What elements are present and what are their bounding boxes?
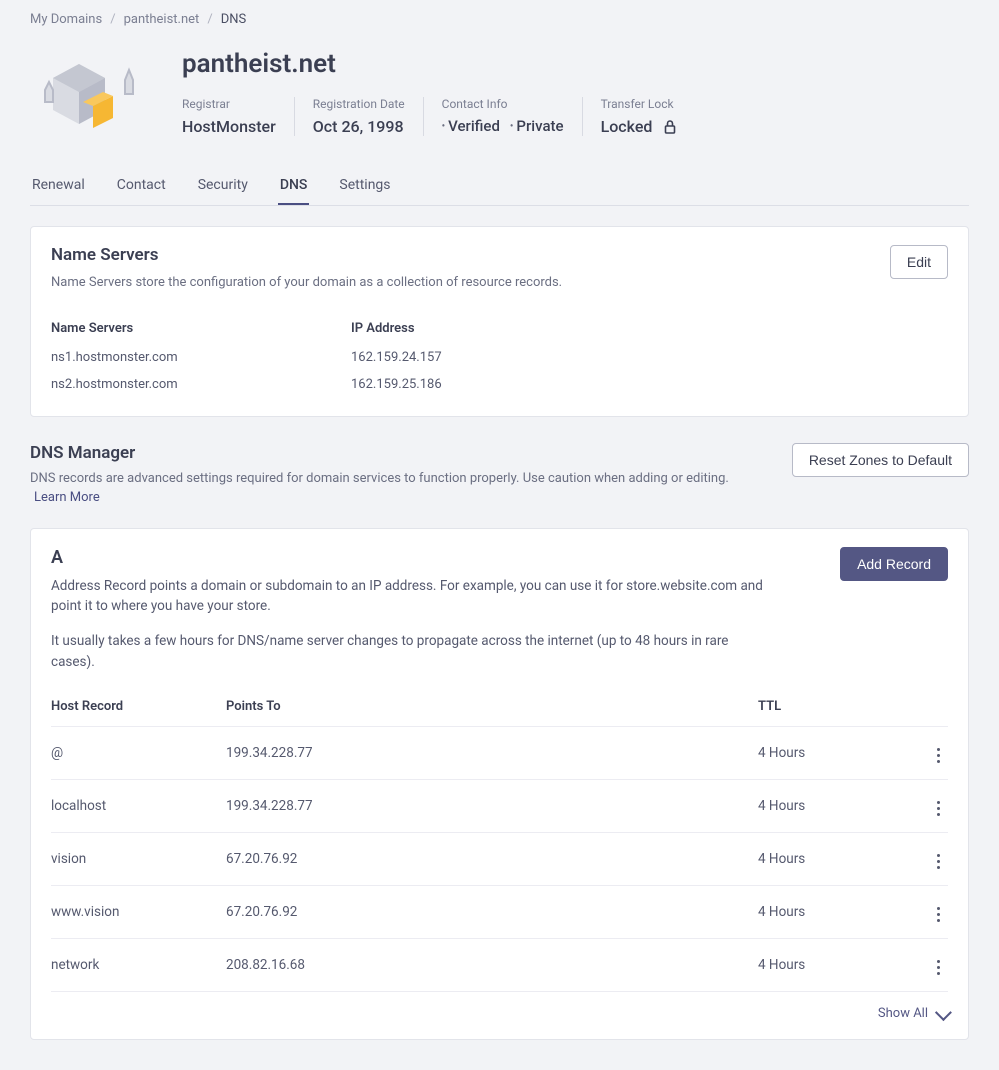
a-section-title: A <box>51 547 771 568</box>
tabs: Renewal Contact Security DNS Settings <box>30 167 969 206</box>
cell-host: @ <box>51 745 226 761</box>
ns-ip: 162.159.24.157 <box>351 344 948 371</box>
cell-ttl: 4 Hours <box>758 904 908 920</box>
domain-illustration-icon <box>30 49 158 145</box>
chevron-down-icon <box>935 1004 952 1021</box>
row-actions-menu-icon[interactable] <box>929 850 948 873</box>
breadcrumb-sep: / <box>207 12 212 27</box>
name-servers-card: Name Servers Name Servers store the conf… <box>30 226 969 417</box>
nameservers-table: Name Servers IP Address ns1.hostmonster.… <box>51 313 948 398</box>
col-points-header: Points To <box>226 699 758 714</box>
reset-zones-button[interactable]: Reset Zones to Default <box>792 443 969 477</box>
info-regdate: Registration Date Oct 26, 1998 <box>294 97 423 136</box>
cell-ttl: 4 Hours <box>758 957 908 973</box>
col-host-header: Host Record <box>51 699 226 714</box>
info-label: Contact Info <box>442 97 564 111</box>
cell-host: vision <box>51 851 226 867</box>
cell-points: 208.82.16.68 <box>226 957 758 973</box>
ns-name: ns2.hostmonster.com <box>51 371 351 398</box>
cell-host: www.vision <box>51 904 226 920</box>
section-title: DNS Manager <box>30 443 730 463</box>
cell-host: network <box>51 957 226 973</box>
cell-ttl: 4 Hours <box>758 798 908 814</box>
info-lock: Transfer Lock Locked <box>582 97 697 136</box>
dns-manager-header: DNS Manager DNS records are advanced set… <box>30 443 969 508</box>
a-section-desc: Address Record points a domain or subdom… <box>51 576 771 618</box>
tab-contact[interactable]: Contact <box>115 167 168 205</box>
a-records-card: A Address Record points a domain or subd… <box>30 528 969 1041</box>
add-record-button[interactable]: Add Record <box>840 547 948 581</box>
info-label: Registration Date <box>313 97 405 111</box>
row-actions-menu-icon[interactable] <box>929 903 948 926</box>
row-actions-menu-icon[interactable] <box>929 797 948 820</box>
contact-verified: Verified <box>442 117 500 135</box>
tab-dns[interactable]: DNS <box>278 167 310 205</box>
ns-col-header-ip: IP Address <box>351 313 948 344</box>
domain-header: pantheist.net Registrar HostMonster Regi… <box>30 39 969 161</box>
card-desc: Name Servers store the configuration of … <box>51 273 562 293</box>
table-row: www.vision67.20.76.924 Hours <box>51 885 948 938</box>
table-row: @199.34.228.774 Hours <box>51 726 948 779</box>
learn-more-link[interactable]: Learn More <box>34 490 100 505</box>
breadcrumb-domain[interactable]: pantheist.net <box>124 12 200 27</box>
breadcrumb-current: DNS <box>221 12 247 27</box>
nameserver-row: ns1.hostmonster.com162.159.24.157 <box>51 344 948 371</box>
edit-nameservers-button[interactable]: Edit <box>890 245 948 279</box>
cell-ttl: 4 Hours <box>758 745 908 761</box>
section-desc: DNS records are advanced settings requir… <box>30 469 730 508</box>
ns-ip: 162.159.25.186 <box>351 371 948 398</box>
tab-renewal[interactable]: Renewal <box>30 167 87 205</box>
breadcrumb-root[interactable]: My Domains <box>30 12 102 27</box>
nameserver-row: ns2.hostmonster.com162.159.25.186 <box>51 371 948 398</box>
records-header: Host Record Points To TTL <box>51 687 948 726</box>
row-actions-menu-icon[interactable] <box>929 956 948 979</box>
ns-name: ns1.hostmonster.com <box>51 344 351 371</box>
tab-security[interactable]: Security <box>196 167 250 205</box>
contact-private: Private <box>510 117 564 135</box>
cell-points: 199.34.228.77 <box>226 745 758 761</box>
row-actions-menu-icon[interactable] <box>929 744 948 767</box>
lock-value: Locked <box>601 117 653 136</box>
info-registrar: Registrar HostMonster <box>182 97 294 136</box>
table-row: localhost199.34.228.774 Hours <box>51 779 948 832</box>
info-value: HostMonster <box>182 117 276 136</box>
ns-col-header-name: Name Servers <box>51 313 351 344</box>
info-value: Oct 26, 1998 <box>313 117 405 136</box>
cell-points: 67.20.76.92 <box>226 904 758 920</box>
breadcrumb-sep: / <box>110 12 115 27</box>
info-label: Transfer Lock <box>601 97 679 111</box>
card-title: Name Servers <box>51 245 562 265</box>
col-ttl-header: TTL <box>758 699 908 714</box>
info-contact: Contact Info Verified Private <box>423 97 582 136</box>
table-row: vision67.20.76.924 Hours <box>51 832 948 885</box>
lock-icon <box>662 119 678 135</box>
show-all-label: Show All <box>878 1006 928 1021</box>
cell-points: 199.34.228.77 <box>226 798 758 814</box>
cell-points: 67.20.76.92 <box>226 851 758 867</box>
tab-settings[interactable]: Settings <box>337 167 392 205</box>
cell-ttl: 4 Hours <box>758 851 908 867</box>
breadcrumb: My Domains / pantheist.net / DNS <box>30 0 969 39</box>
table-row: network208.82.16.684 Hours <box>51 938 948 991</box>
cell-host: localhost <box>51 798 226 814</box>
show-all-toggle[interactable]: Show All <box>51 991 948 1021</box>
info-label: Registrar <box>182 97 276 111</box>
domain-title: pantheist.net <box>182 49 969 79</box>
a-section-note: It usually takes a few hours for DNS/nam… <box>51 631 771 673</box>
